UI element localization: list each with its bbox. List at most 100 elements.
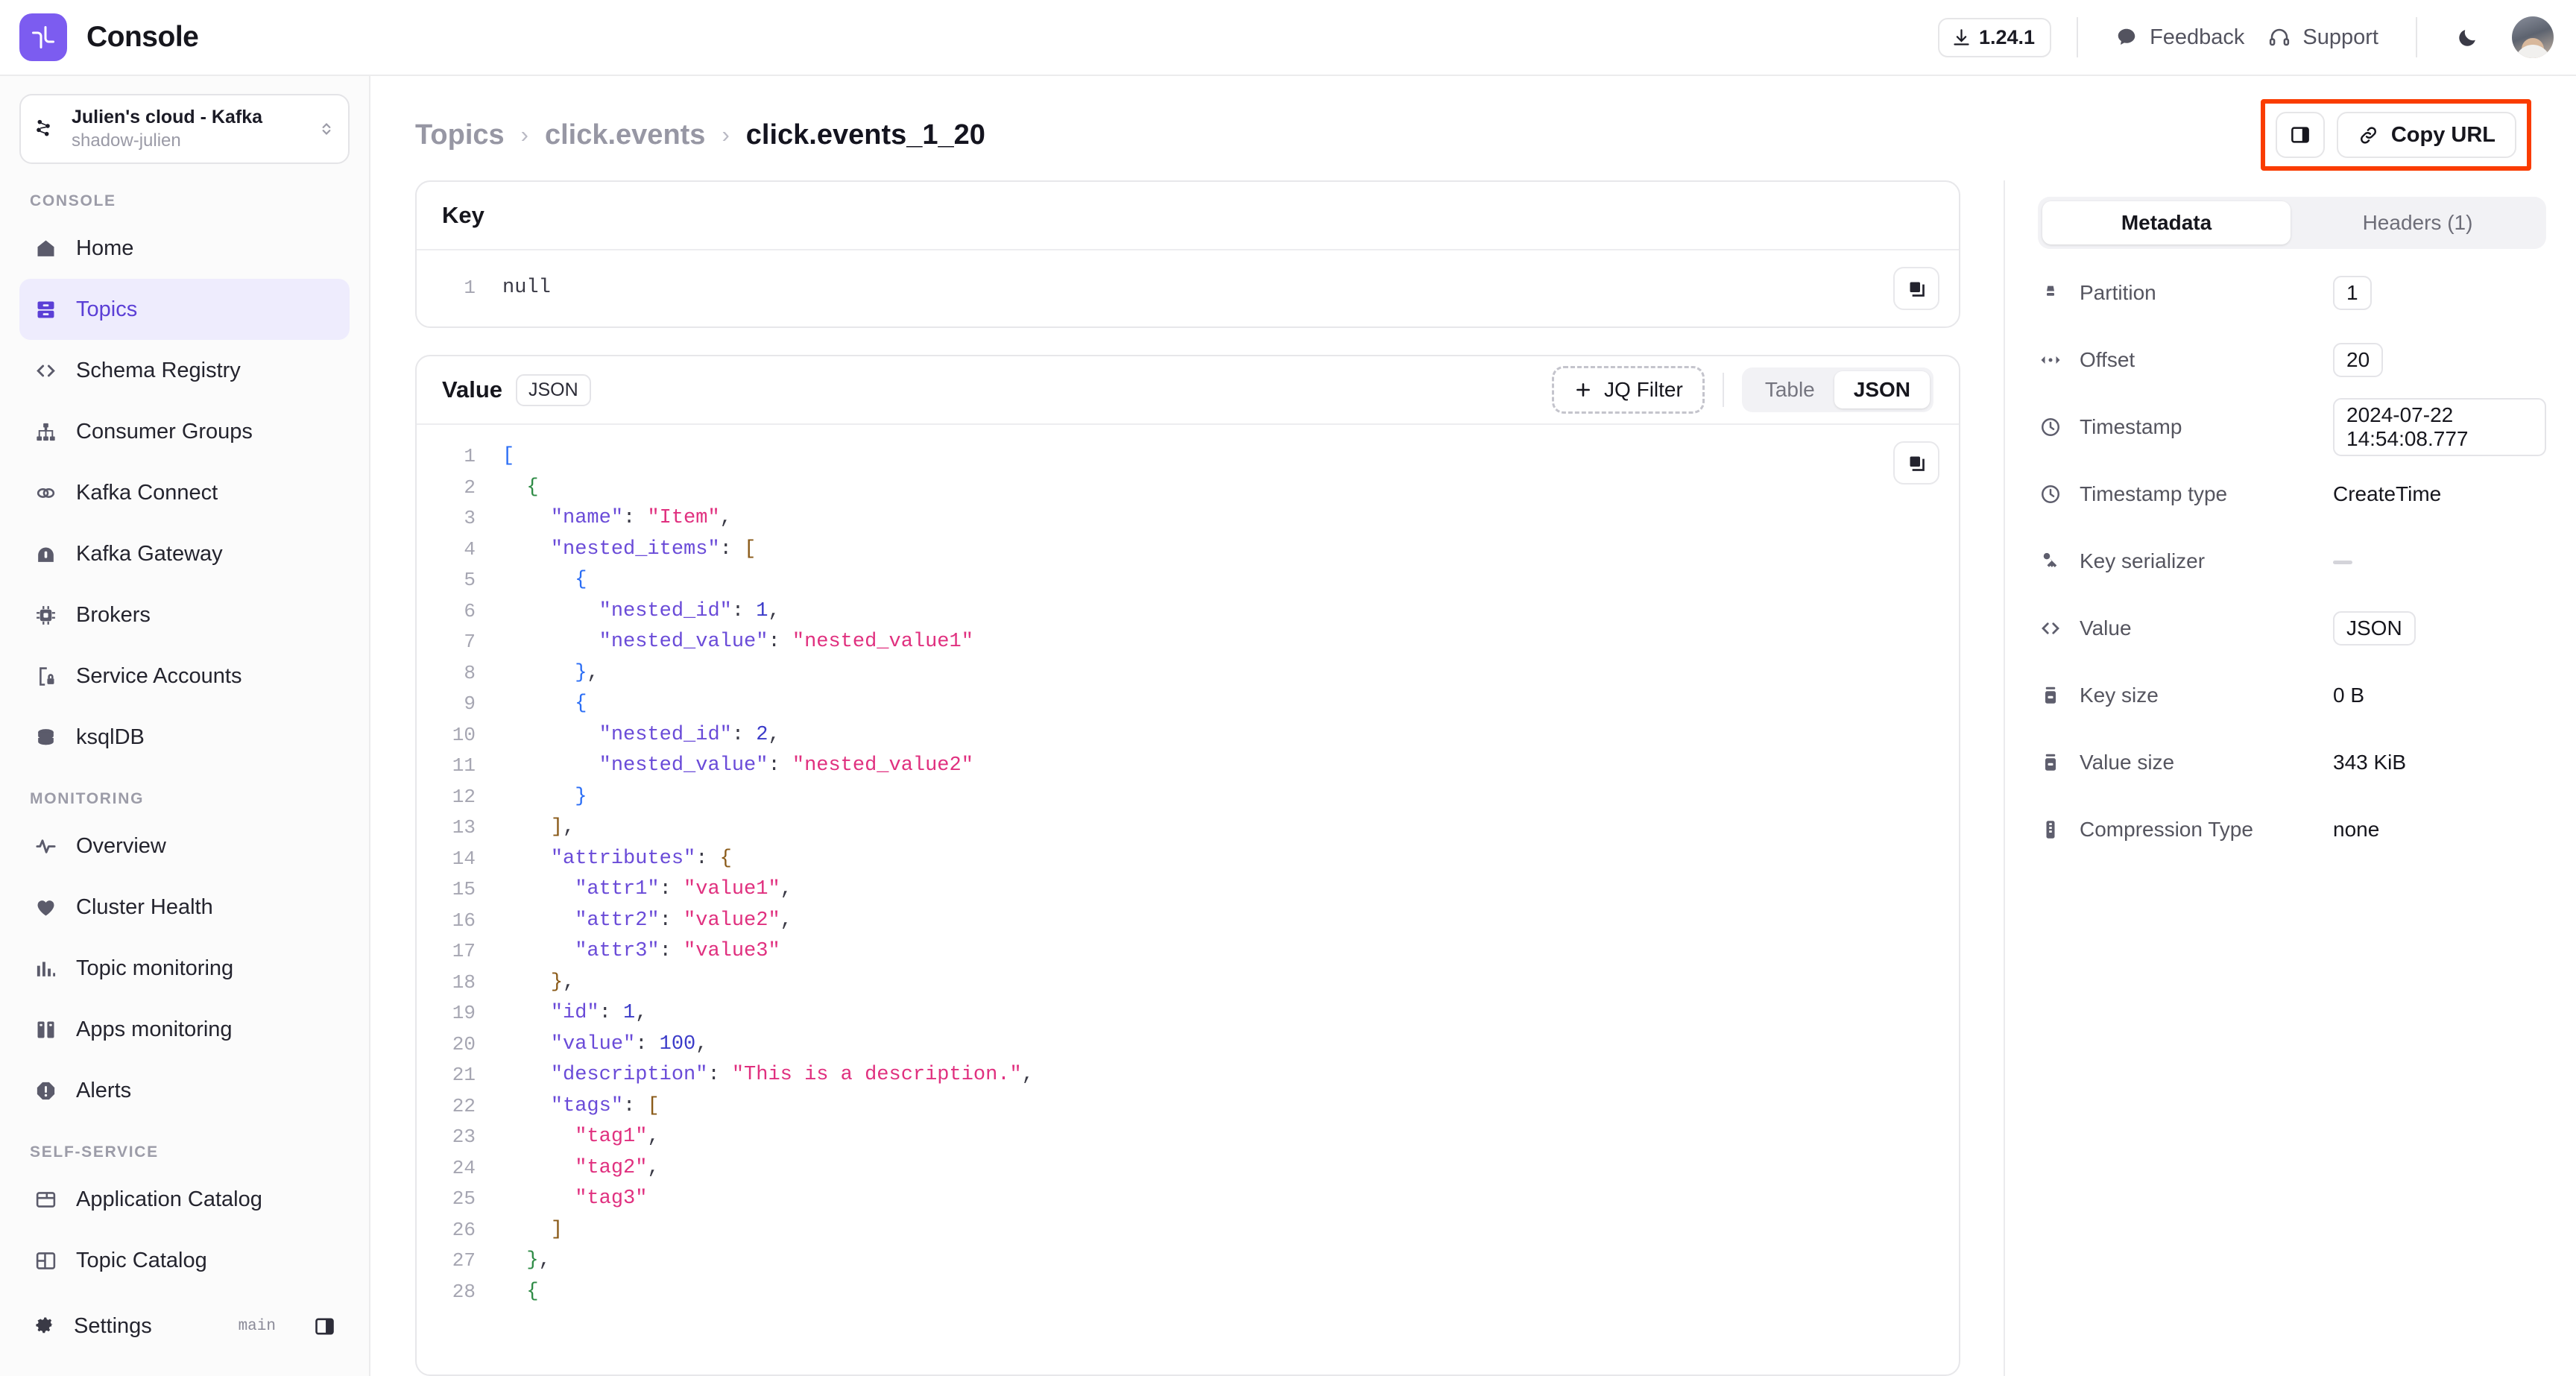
support-button[interactable]: Support <box>2256 19 2390 56</box>
code-line: 8 }, <box>417 658 1959 689</box>
code-line: 4 "nested_items": [ <box>417 534 1959 566</box>
breadcrumb: Topics › click.events › click.events_1_2… <box>415 119 985 151</box>
plus-icon <box>1576 383 1590 397</box>
copy-value-button[interactable] <box>1893 441 1939 485</box>
breadcrumb-topic[interactable]: click.events <box>545 119 705 151</box>
sidebar-item-label: Home <box>76 236 134 260</box>
line-number: 5 <box>464 569 476 591</box>
line-number: 18 <box>452 971 476 994</box>
sidebar-item-label: Application Catalog <box>76 1187 262 1211</box>
metadata-label: Timestamp <box>2080 415 2182 438</box>
code-line: 9 { <box>417 689 1959 720</box>
code-line: 20 "value": 100, <box>417 1029 1959 1061</box>
line-number: 15 <box>452 878 476 900</box>
line-content: "attributes": { <box>550 847 732 870</box>
partition-icon <box>2038 282 2063 304</box>
line-content: { <box>526 1280 539 1303</box>
cluster-selector[interactable]: Julien's cloud - Kafka shadow-julien <box>19 94 350 165</box>
metadata-value[interactable]: 20 <box>2333 343 2384 377</box>
topics-icon <box>33 297 58 322</box>
metadata-value[interactable]: 1 <box>2333 276 2372 310</box>
layout-icon <box>33 1248 58 1273</box>
view-mode-table[interactable]: Table <box>1746 371 1834 408</box>
sidebar-item-service-accounts[interactable]: Service Accounts <box>19 646 350 707</box>
copy-url-button[interactable]: Copy URL <box>2336 112 2516 158</box>
metadata-value: none <box>2333 818 2380 841</box>
sidebar-item-label: Topic Catalog <box>76 1248 207 1272</box>
database-icon <box>33 725 58 750</box>
metadata-value <box>2333 549 2352 573</box>
line-number: 16 <box>452 909 476 932</box>
sidebar-item-topic-catalog[interactable]: Topic Catalog <box>19 1230 350 1291</box>
key-card: Key 1 null <box>415 180 1960 328</box>
jq-filter-button[interactable]: JQ Filter <box>1552 366 1705 414</box>
line-number: 21 <box>452 1064 476 1086</box>
line-content: "name": "Item", <box>550 507 732 529</box>
metadata-row: Key size 0 B <box>2038 662 2546 729</box>
sidebar-item-topic-monitoring[interactable]: Topic monitoring <box>19 938 350 999</box>
metadata-row: Value size 343 KiB <box>2038 729 2546 796</box>
toggle-side-panel-button[interactable] <box>2275 112 2325 158</box>
sidebar-item-alerts[interactable]: Alerts <box>19 1060 350 1121</box>
alert-circle-icon <box>33 1078 58 1103</box>
bar-chart-icon <box>33 956 58 981</box>
code-line: 10 "nested_id": 2, <box>417 720 1959 751</box>
offset-icon <box>2038 349 2063 371</box>
sidebar-item-label: ksqlDB <box>76 725 145 749</box>
line-content: }, <box>526 1249 551 1272</box>
line-number: 1 <box>464 277 476 299</box>
sidebar-item-brokers[interactable]: Brokers <box>19 584 350 646</box>
branch-badge: main <box>238 1317 276 1335</box>
brand-area[interactable]: Console <box>0 13 370 61</box>
sidebar-collapse-toggle[interactable] <box>313 1315 336 1338</box>
metadata-value[interactable]: 2024-07-22 14:54:08.777 <box>2333 398 2546 456</box>
feedback-label: Feedback <box>2150 25 2245 49</box>
metadata-panel: Metadata Headers (1) Partition 1 Offset 20 T… <box>2004 180 2576 1376</box>
value-code-area[interactable]: 1[2 {3 "name": "Item", 4 "nested_items": … <box>417 425 1959 1375</box>
sidebar-item-kafka-connect[interactable]: Kafka Connect <box>19 462 350 523</box>
sidebar-item-consumer-groups[interactable]: Consumer Groups <box>19 401 350 462</box>
support-label: Support <box>2302 25 2378 49</box>
sidebar-section-monitoring: MONITORING <box>30 790 145 808</box>
divider <box>2416 17 2417 57</box>
view-mode-json[interactable]: JSON <box>1834 371 1930 408</box>
line-number: 11 <box>452 754 476 777</box>
sidebar-item-overview[interactable]: Overview <box>19 815 350 877</box>
sidebar-item-ksqldb[interactable]: ksqlDB <box>19 707 350 768</box>
line-number: 9 <box>464 692 476 715</box>
copy-key-button[interactable] <box>1893 267 1939 310</box>
version-badge[interactable]: 1.24.1 <box>1937 17 2052 57</box>
sidebar-item-cluster-health[interactable]: Cluster Health <box>19 877 350 938</box>
link-chain-icon <box>33 480 58 505</box>
sidebar-item-schema-registry[interactable]: Schema Registry <box>19 340 350 401</box>
user-avatar[interactable] <box>2512 16 2554 58</box>
dark-mode-toggle[interactable] <box>2443 20 2493 55</box>
code-line: 19 "id": 1, <box>417 998 1959 1029</box>
sidebar-item-topics[interactable]: Topics <box>19 279 350 341</box>
view-mode-toggle: Table JSON <box>1741 367 1933 412</box>
main-content: Topics › click.events › click.events_1_2… <box>370 76 2576 1376</box>
key-code: 1 null <box>417 250 1959 312</box>
tab-headers[interactable]: Headers (1) <box>2294 201 2542 244</box>
sidebar-item-home[interactable]: Home <box>19 218 350 279</box>
sidebar-item-application-catalog[interactable]: Application Catalog <box>19 1169 350 1230</box>
line-number: 14 <box>452 847 476 870</box>
gear-icon <box>33 1313 56 1339</box>
line-number: 24 <box>452 1156 476 1179</box>
line-number: 8 <box>464 661 476 684</box>
sidebar-item-kafka-gateway[interactable]: Kafka Gateway <box>19 523 350 584</box>
tab-metadata[interactable]: Metadata <box>2042 201 2291 244</box>
sidebar-item-apps-monitoring[interactable]: Apps monitoring <box>19 999 350 1060</box>
code-line: 7 "nested_value": "nested_value1" <box>417 627 1959 658</box>
line-number: 4 <box>464 537 476 561</box>
line-content: [ <box>502 445 515 467</box>
code-line: 5 { <box>417 565 1959 596</box>
code-line: 23 "tag1", <box>417 1122 1959 1153</box>
feedback-button[interactable]: Feedback <box>2103 19 2256 56</box>
sidebar-item-settings[interactable]: Settings main <box>19 1295 350 1357</box>
line-content: } <box>575 785 587 808</box>
activity-pulse-icon <box>33 833 58 859</box>
metadata-value[interactable]: JSON <box>2333 611 2416 646</box>
copy-url-label: Copy URL <box>2390 122 2496 147</box>
breadcrumb-topics[interactable]: Topics <box>415 119 505 151</box>
